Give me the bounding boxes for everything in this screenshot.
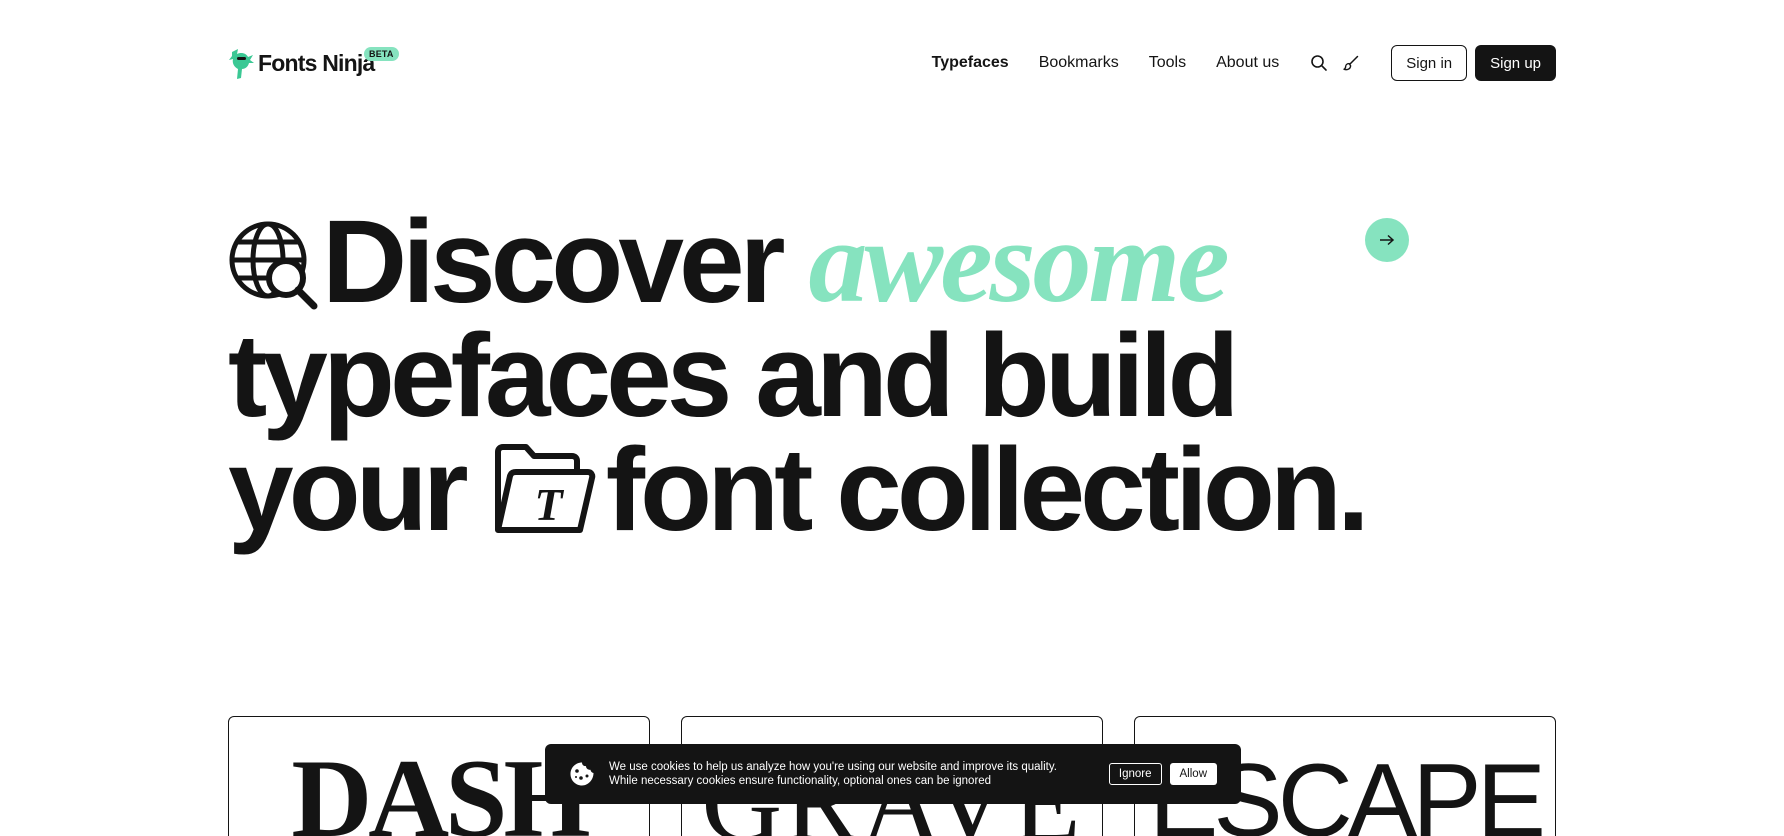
main-nav: Typefaces Bookmarks Tools About us Sign …	[932, 44, 1556, 82]
hero-line-2: typefaces and build	[228, 310, 1240, 442]
sign-in-button[interactable]: Sign in	[1391, 45, 1468, 81]
search-icon[interactable]	[1309, 53, 1329, 73]
hero-phrase-font-collection: font collection.	[605, 424, 1370, 556]
nav-tools[interactable]: Tools	[1149, 54, 1186, 72]
hero-line-3: your T font collection.	[228, 424, 1370, 556]
cookie-icon	[570, 762, 594, 786]
nav-typefaces[interactable]: Typefaces	[932, 54, 1009, 72]
hero-line-1: Discover awesome	[228, 196, 1365, 328]
beta-badge: BETA	[364, 47, 399, 61]
hero-word-discover: Discover	[322, 196, 786, 328]
allow-cookies-button[interactable]: Allow	[1169, 763, 1217, 785]
cookie-message-line-2: While necessary cookies ensure functiona…	[609, 775, 992, 787]
logo-wordmark: Fonts Ninja	[258, 49, 375, 76]
nav-about-us[interactable]: About us	[1216, 54, 1279, 72]
globe-search-icon	[229, 221, 318, 310]
font-folder-icon: T	[494, 444, 595, 533]
sign-up-button[interactable]: Sign up	[1475, 45, 1556, 81]
brush-icon[interactable]	[1341, 53, 1361, 73]
site-header: Fonts Ninja BETA Typefaces Bookmarks Too…	[228, 44, 1556, 84]
cookie-message: We use cookies to help us analyze how yo…	[609, 760, 1109, 788]
arrow-right-icon[interactable]	[1365, 218, 1409, 262]
cookie-banner: We use cookies to help us analyze how yo…	[545, 744, 1241, 804]
cookie-message-line-1: We use cookies to help us analyze how yo…	[609, 761, 1057, 773]
hero-word-your: your	[228, 424, 469, 556]
nav-bookmarks[interactable]: Bookmarks	[1039, 54, 1119, 72]
hero-headline: Discover awesome typefaces and build you…	[228, 196, 1409, 556]
ignore-cookies-button[interactable]: Ignore	[1108, 763, 1162, 785]
logo[interactable]: Fonts Ninja BETA	[228, 46, 399, 80]
hero-accent-word: awesome	[808, 196, 1230, 327]
ninja-logo-icon	[229, 49, 254, 79]
